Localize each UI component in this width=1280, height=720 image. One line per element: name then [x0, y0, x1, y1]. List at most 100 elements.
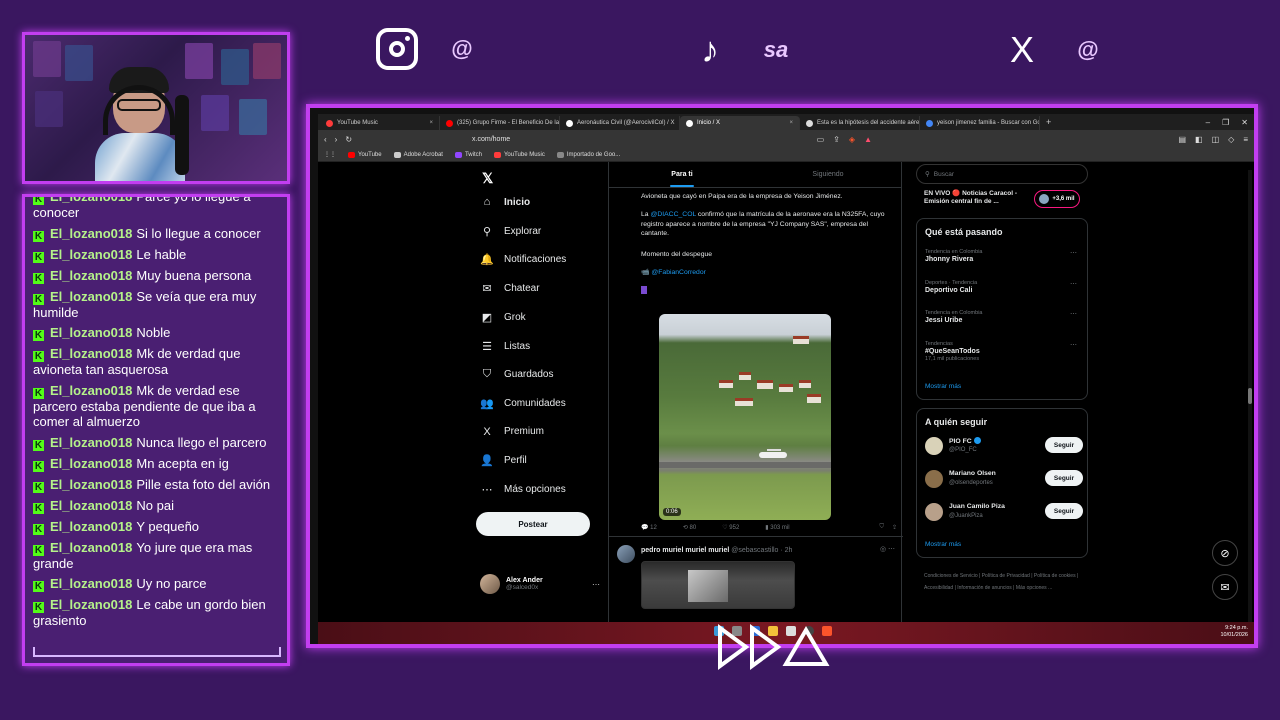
- apps-icon[interactable]: ⋮⋮: [324, 151, 336, 158]
- browser-tab[interactable]: yeison jimenez familia - Buscar con Goo.…: [920, 116, 1040, 130]
- chat-username[interactable]: El_lozano018: [50, 325, 132, 340]
- trend-item[interactable]: Deportes · Tendencia Deportivo Cali ⋯: [925, 280, 1081, 294]
- extensions-icon[interactable]: ◧: [1195, 135, 1203, 144]
- bookmark-icon[interactable]: ⛉: [879, 524, 884, 531]
- footer-links[interactable]: Condiciones de Servicio | Política de Pr…: [924, 570, 1084, 594]
- follow-suggestion[interactable]: PIO FC @PIO_FC Seguir: [925, 435, 1083, 459]
- chat-username[interactable]: El_lozano018: [50, 519, 132, 534]
- nav-item-más-opciones[interactable]: ⋯ Más opciones: [480, 483, 566, 496]
- minimize-icon[interactable]: –: [1206, 118, 1210, 127]
- follow-suggestion[interactable]: Juan Camilo Piza @JuankPiza Seguir: [925, 501, 1083, 525]
- x-logo-icon[interactable]: 𝕏: [482, 170, 493, 187]
- sidebar-icon[interactable]: ▤: [1178, 135, 1186, 144]
- rewards-icon[interactable]: ▲: [864, 135, 872, 144]
- bookmark-item[interactable]: Adobe Acrobat: [393, 151, 443, 158]
- live-banner-text[interactable]: EN VIVO 🔴 Noticias Caracol - Emisión cen…: [924, 190, 1034, 206]
- reload-icon[interactable]: ↻: [345, 135, 352, 144]
- show-more-follows[interactable]: Mostrar más: [925, 541, 961, 548]
- grok-float-icon[interactable]: ⊘: [1212, 540, 1238, 566]
- nav-item-explorar[interactable]: ⚲ Explorar: [480, 225, 541, 238]
- chat-username[interactable]: El_lozano018: [50, 576, 132, 591]
- next-post[interactable]: pedro muriel muriel muriel @sebascastill…: [609, 536, 903, 628]
- url-field[interactable]: x.com/home: [472, 136, 510, 143]
- back-icon[interactable]: ‹: [324, 135, 327, 144]
- nav-item-grok[interactable]: ◩ Grok: [480, 311, 526, 324]
- bookmark-item[interactable]: Importado de Goo...: [556, 151, 620, 158]
- browser-tab[interactable]: Esta es la hipótesis del accidente aéreo…: [800, 116, 920, 130]
- bookmark-item[interactable]: YouTube: [348, 151, 382, 158]
- forward-icon[interactable]: ›: [335, 135, 338, 144]
- share-icon[interactable]: ⇪: [892, 524, 897, 531]
- chat-username[interactable]: El_lozano018: [50, 289, 132, 304]
- nav-item-chatear[interactable]: ✉ Chatear: [480, 282, 539, 295]
- browser-tab[interactable]: (325) Grupo Firme - El Beneficio De la..…: [440, 116, 560, 130]
- live-count-pill[interactable]: +3,6 mil: [1034, 190, 1080, 208]
- show-more-trends[interactable]: Mostrar más: [925, 383, 961, 390]
- account-switcher[interactable]: Alex Ander @salced0x ⋯: [480, 574, 600, 594]
- chat-username[interactable]: El_lozano018: [50, 197, 132, 204]
- chat-username[interactable]: El_lozano018: [50, 268, 132, 283]
- chat-username[interactable]: El_lozano018: [50, 247, 132, 262]
- more-icon[interactable]: ⋯: [1070, 310, 1077, 318]
- browser-tab[interactable]: Aeronáutica Civil (@AerocivilCol) / X×: [560, 116, 680, 130]
- nav-item-notificaciones[interactable]: 🔔 Notificaciones: [480, 253, 566, 266]
- chat-username[interactable]: El_lozano018: [50, 456, 132, 471]
- follow-button[interactable]: Seguir: [1045, 503, 1083, 519]
- like-button[interactable]: ♡ 952: [722, 524, 739, 531]
- more-icon[interactable]: ⋯: [1070, 280, 1077, 288]
- follow-button[interactable]: Seguir: [1045, 470, 1083, 486]
- more-icon[interactable]: ⋯: [1070, 341, 1077, 349]
- tab-for-you[interactable]: Para ti: [609, 162, 755, 187]
- credit-link[interactable]: @FabianCorredor: [651, 269, 706, 276]
- repost-button[interactable]: ⟲ 80: [683, 524, 696, 531]
- reply-button[interactable]: 💬 12: [641, 524, 657, 531]
- search-input[interactable]: ⚲ Buscar: [916, 164, 1088, 184]
- nav-item-guardados[interactable]: ⛉ Guardados: [480, 368, 554, 381]
- cast-icon[interactable]: ▭: [817, 135, 825, 144]
- chat-username[interactable]: El_lozano018: [50, 383, 132, 398]
- chat-username[interactable]: El_lozano018: [50, 226, 132, 241]
- menu-icon[interactable]: ≡: [1243, 135, 1248, 144]
- bookmark-item[interactable]: YouTube Music: [493, 151, 545, 158]
- maximize-icon[interactable]: ❐: [1222, 118, 1229, 127]
- system-clock[interactable]: 9:24 p.m. 10/01/2026: [1220, 625, 1248, 639]
- browser-tab[interactable]: YouTube Music ×: [320, 116, 440, 130]
- brave-shield-icon[interactable]: ◈: [849, 135, 855, 144]
- close-icon[interactable]: ✕: [1241, 118, 1248, 127]
- mention-link[interactable]: @DIACC_COL: [650, 211, 696, 218]
- post-button[interactable]: Postear: [476, 512, 590, 536]
- post-image[interactable]: [641, 561, 795, 609]
- vpn-icon[interactable]: ◇: [1228, 135, 1234, 144]
- bookmark-item[interactable]: Twitch: [454, 151, 482, 158]
- nav-item-listas[interactable]: ☰ Listas: [480, 340, 530, 353]
- share-icon[interactable]: ⇪: [833, 135, 840, 144]
- more-icon[interactable]: ⋯: [1070, 249, 1077, 257]
- nav-item-comunidades[interactable]: 👥 Comunidades: [480, 397, 566, 410]
- video-player[interactable]: 0:06: [659, 314, 831, 520]
- nav-item-perfil[interactable]: 👤 Perfil: [480, 454, 527, 467]
- chat-username[interactable]: El_lozano018: [50, 346, 132, 361]
- chat-username[interactable]: El_lozano018: [50, 435, 132, 450]
- messages-float-icon[interactable]: ✉: [1212, 574, 1238, 600]
- nav-item-inicio[interactable]: ⌂ Inicio: [480, 196, 530, 208]
- chat-username[interactable]: El_lozano018: [50, 498, 132, 513]
- scrollbar[interactable]: [1248, 170, 1252, 624]
- wallet-icon[interactable]: ◫: [1212, 135, 1220, 144]
- trend-item[interactable]: Tendencia en Colombia Jessi Uribe ⋯: [925, 310, 1081, 324]
- views-button[interactable]: ▮ 303 mil: [765, 524, 789, 531]
- follow-suggestion[interactable]: Mariano Olsen @olsendeportes Seguir: [925, 468, 1083, 492]
- trend-item[interactable]: Tendencia en Colombia Jhonny Rivera ⋯: [925, 249, 1081, 263]
- new-tab-icon[interactable]: +: [1046, 117, 1051, 127]
- grok-and-more-icons[interactable]: ◎ ⋯: [880, 545, 895, 553]
- follow-button[interactable]: Seguir: [1045, 437, 1083, 453]
- chat-username[interactable]: El_lozano018: [50, 597, 132, 612]
- trend-item[interactable]: Tendencias #QueSeanTodos 17,1 mil publicac…: [925, 341, 1081, 362]
- nav-item-premium[interactable]: X Premium: [480, 426, 544, 438]
- tab-following[interactable]: Siguiendo: [755, 162, 901, 187]
- more-icon[interactable]: ⋯: [592, 580, 600, 589]
- tab-close-icon[interactable]: ×: [429, 120, 433, 126]
- chat-username[interactable]: El_lozano018: [50, 540, 132, 555]
- tab-close-icon[interactable]: ×: [789, 120, 793, 126]
- chat-username[interactable]: El_lozano018: [50, 477, 132, 492]
- browser-tab[interactable]: Inicio / X ×: [680, 116, 800, 130]
